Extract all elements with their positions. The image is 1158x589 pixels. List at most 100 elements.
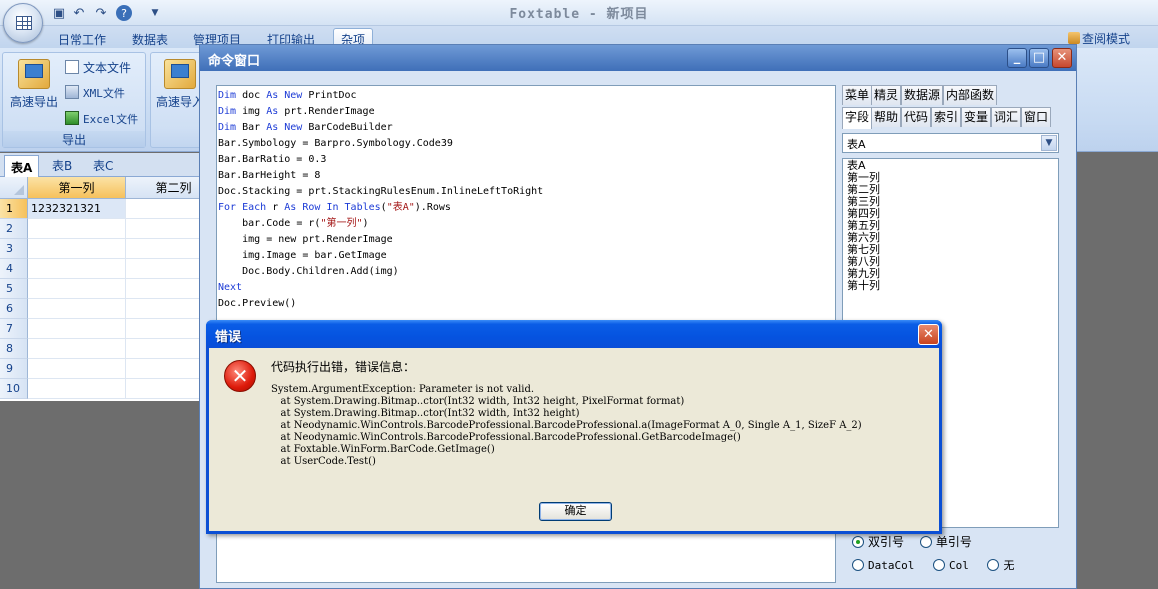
double-quote-option[interactable]: 双引号 xyxy=(852,535,904,549)
grid-cell[interactable] xyxy=(28,299,126,319)
grid-cell[interactable] xyxy=(28,259,126,279)
datacol-option[interactable]: DataCol xyxy=(852,559,914,572)
row-header[interactable]: 7 xyxy=(0,319,28,339)
side-tab[interactable]: 窗口 xyxy=(1021,107,1052,127)
single-quote-option[interactable]: 单引号 xyxy=(919,535,972,549)
code-line[interactable]: Next xyxy=(218,280,834,296)
code-line[interactable]: Dim doc As New PrintDoc xyxy=(218,88,834,104)
row-header[interactable]: 9 xyxy=(0,359,28,379)
code-line[interactable]: Doc.Body.Children.Add(img) xyxy=(218,264,834,280)
ribbon-tab-datatable[interactable]: 数据表 xyxy=(132,31,168,48)
chevron-down-icon[interactable]: ▼ xyxy=(1041,135,1057,151)
code-line[interactable]: For Each r As Row In Tables("表A").Rows xyxy=(218,200,834,216)
code-line[interactable]: Bar.Symbology = Barpro.Symbology.Code39 xyxy=(218,136,834,152)
code-line[interactable]: Bar.BarHeight = 8 xyxy=(218,168,834,184)
export-icon xyxy=(18,59,50,89)
error-close-button[interactable]: ✕ xyxy=(918,324,939,345)
row-header[interactable]: 5 xyxy=(0,279,28,299)
select-all-corner[interactable] xyxy=(0,177,28,199)
side-tab[interactable]: 代码 xyxy=(901,107,932,127)
error-dialog-title: 错误 xyxy=(215,330,242,345)
grid-cell[interactable] xyxy=(28,379,126,399)
error-heading: 代码执行出错，错误信息： xyxy=(271,360,416,374)
grid-cell[interactable] xyxy=(28,339,126,359)
row-header[interactable]: 6 xyxy=(0,299,28,319)
grid-cell[interactable]: 1232321321 xyxy=(28,199,126,219)
code-line[interactable]: bar.Code = r("第一列") xyxy=(218,216,834,232)
error-detail-line: at System.Drawing.Bitmap..ctor(Int32 wid… xyxy=(271,408,580,419)
excel-file-button[interactable]: Excel文件 xyxy=(65,111,138,127)
code-line[interactable]: img.Image = bar.GetImage xyxy=(218,248,834,264)
sheet-tabs: 表A 表B 表C xyxy=(0,153,200,177)
side-tab[interactable]: 数据源 xyxy=(901,85,944,105)
xml-file-button[interactable]: XML文件 xyxy=(65,85,125,101)
side-tab[interactable]: 精灵 xyxy=(871,85,902,105)
error-detail-line: System.ArgumentException: Parameter is n… xyxy=(271,384,535,395)
code-line[interactable]: Dim Bar As New BarCodeBuilder xyxy=(218,120,834,136)
app-titlebar: ▣ ↶ ↷ ? ▼ Foxtable - 新项目 xyxy=(0,0,1158,26)
table-select[interactable]: 表A ▼ xyxy=(842,133,1059,153)
sheet-tab-b[interactable]: 表B xyxy=(52,157,72,174)
xml-file-icon xyxy=(65,85,79,99)
code-line[interactable]: img = new prt.RenderImage xyxy=(218,232,834,248)
excel-file-label: Excel文件 xyxy=(83,113,139,126)
ribbon-tab-daily[interactable]: 日常工作 xyxy=(58,31,106,48)
row-header[interactable]: 8 xyxy=(0,339,28,359)
error-dialog: 错误 ✕ ✕ 代码执行出错，错误信息： System.ArgumentExcep… xyxy=(206,320,942,534)
code-line[interactable]: Doc.Stacking = prt.StackingRulesEnum.Inl… xyxy=(218,184,834,200)
fast-import-label: 高速导入 xyxy=(155,95,204,109)
grid-cell[interactable] xyxy=(28,359,126,379)
sheet-tab-a[interactable]: 表A xyxy=(4,155,40,177)
radio-icon xyxy=(932,559,945,571)
code-line[interactable]: Doc.Preview() xyxy=(218,296,834,312)
grid-cell[interactable] xyxy=(28,239,126,259)
quote-options: 双引号 单引号 xyxy=(852,533,984,550)
code-line[interactable]: Bar.BarRatio = 0.3 xyxy=(218,152,834,168)
none-option[interactable]: 无 xyxy=(987,559,1014,572)
export-group-label: 导出 xyxy=(3,131,145,147)
fast-export-label: 高速导出 xyxy=(9,95,58,109)
code-line[interactable]: Dim img As prt.RenderImage xyxy=(218,104,834,120)
view-mode-button[interactable]: 查阅模式 xyxy=(1067,30,1130,47)
fast-export-button[interactable]: 高速导出 xyxy=(7,59,61,110)
minimize-button[interactable]: _ xyxy=(1007,48,1027,68)
command-window-titlebar[interactable]: 命令窗口 _ □ ✕ xyxy=(200,45,1076,71)
row-header[interactable]: 10 xyxy=(0,379,28,399)
grid-cell[interactable] xyxy=(28,319,126,339)
data-grid[interactable]: 第一列 第二列 1 1232321321 2 3 4 5 6 7 8 9 10 xyxy=(0,177,222,401)
side-tab[interactable]: 索引 xyxy=(931,107,962,127)
import-icon xyxy=(164,59,196,89)
error-dialog-titlebar[interactable]: 错误 ✕ xyxy=(206,320,942,348)
side-tab[interactable]: 字段 xyxy=(842,107,873,129)
grid-cell[interactable] xyxy=(28,279,126,299)
error-detail-line: at UserCode.Test() xyxy=(271,456,376,467)
row-header[interactable]: 2 xyxy=(0,219,28,239)
ok-button[interactable]: 确定 xyxy=(539,502,612,521)
row-header[interactable]: 1 xyxy=(0,199,28,219)
sheet-tab-c[interactable]: 表C xyxy=(93,157,113,174)
maximize-button[interactable]: □ xyxy=(1029,48,1049,68)
col-option[interactable]: Col xyxy=(932,559,969,572)
double-quote-label: 双引号 xyxy=(868,535,905,549)
close-button[interactable]: ✕ xyxy=(1052,48,1072,68)
side-tab[interactable]: 菜单 xyxy=(842,85,873,105)
radio-icon xyxy=(852,536,864,548)
column-header-1[interactable]: 第一列 xyxy=(28,177,126,199)
datacol-label: DataCol xyxy=(868,559,915,572)
text-file-button[interactable]: 文本文件 xyxy=(65,59,131,76)
app-menu-button[interactable] xyxy=(3,3,43,43)
view-mode-label: 查阅模式 xyxy=(1081,32,1130,46)
side-tab[interactable]: 词汇 xyxy=(991,107,1022,127)
side-tab[interactable]: 内部函数 xyxy=(943,85,998,105)
single-quote-label: 单引号 xyxy=(935,535,972,549)
side-tab[interactable]: 变量 xyxy=(961,107,992,127)
field-list-item[interactable]: 第十列 xyxy=(847,280,1054,292)
radio-icon xyxy=(852,559,864,571)
error-details: System.ArgumentException: Parameter is n… xyxy=(271,384,862,468)
side-tab[interactable]: 帮助 xyxy=(871,107,902,127)
row-header[interactable]: 3 xyxy=(0,239,28,259)
col-label: Col xyxy=(948,559,969,572)
row-header[interactable]: 4 xyxy=(0,259,28,279)
table-icon xyxy=(16,16,32,30)
grid-cell[interactable] xyxy=(28,219,126,239)
